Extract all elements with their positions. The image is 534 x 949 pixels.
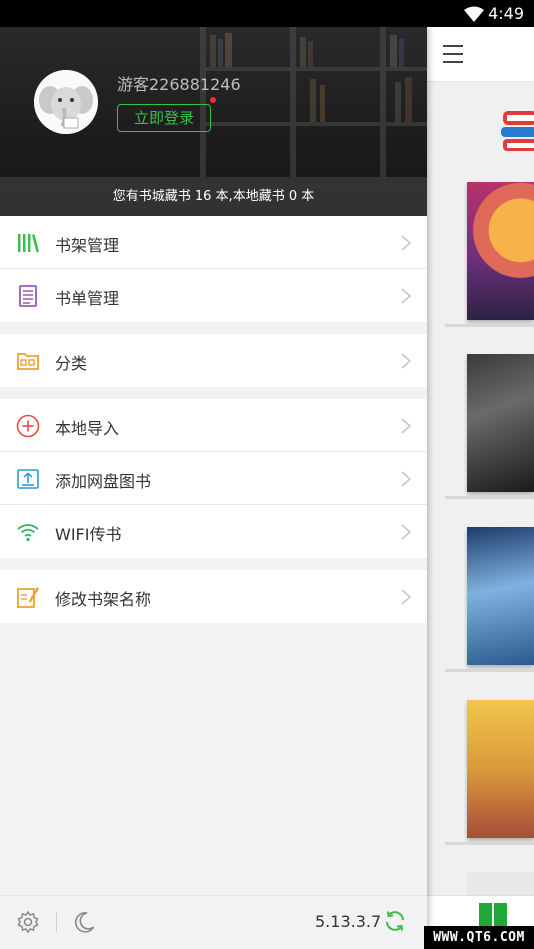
book-cover[interactable] (467, 872, 534, 895)
folder-icon (17, 353, 39, 370)
refresh-icon[interactable] (383, 909, 407, 933)
status-bar: 4:49 (0, 0, 534, 27)
wifi-icon (17, 524, 39, 542)
wifi-signal-icon (464, 6, 484, 22)
chevron-right-icon (401, 353, 411, 369)
side-drawer: 游客226881246 立即登录 您有书城藏书 16 本,本地藏书 0 本 书架… (0, 27, 427, 949)
menu-item-label: 添加网盘图书 (55, 472, 152, 491)
book-stack-icon (501, 111, 534, 151)
gear-icon[interactable] (16, 910, 40, 934)
menu-group-shelf: 书架管理 书单管理 (0, 216, 427, 322)
menu-item-label: 书单管理 (55, 289, 120, 308)
book-cover[interactable] (467, 527, 534, 665)
upload-icon (17, 469, 39, 489)
collection-summary: 您有书城藏书 16 本,本地藏书 0 本 (0, 177, 427, 216)
drawer-header: 游客226881246 立即登录 您有书城藏书 16 本,本地藏书 0 本 (0, 27, 427, 216)
shelf-divider (445, 496, 534, 499)
booklist-icon (19, 285, 37, 307)
chevron-right-icon (401, 589, 411, 605)
menu-item-rename-shelf[interactable]: 修改书架名称 (0, 570, 427, 623)
menu-item-label: 本地导入 (55, 419, 120, 438)
bookshelf-icon (18, 234, 39, 253)
menu-item-category[interactable]: 分类 (0, 334, 427, 387)
moon-icon[interactable] (72, 910, 96, 934)
plus-circle-icon (16, 414, 40, 438)
chevron-right-icon (401, 235, 411, 251)
avatar[interactable] (34, 70, 98, 134)
chevron-right-icon (401, 418, 411, 434)
book-cover[interactable] (467, 700, 534, 838)
notification-dot (210, 97, 216, 103)
username: 游客226881246 (117, 75, 241, 94)
menu-item-wifi-transfer[interactable]: WIFI传书 (0, 505, 427, 558)
edit-icon (17, 587, 39, 608)
footer-divider (56, 912, 57, 932)
menu-group-category: 分类 (0, 334, 427, 387)
menu-item-label: 书架管理 (55, 236, 120, 255)
bookshelf-page (427, 27, 534, 949)
chevron-right-icon (401, 471, 411, 487)
shelf-divider (445, 669, 534, 672)
menu-item-label: 分类 (55, 354, 88, 373)
book-cover[interactable] (467, 354, 534, 492)
menu-item-label: 修改书架名称 (55, 590, 152, 609)
bookshelf-toolbar (427, 27, 534, 82)
elephant-mascot-icon (34, 70, 98, 134)
watermark: WWW.QT6.COM (424, 926, 534, 949)
chevron-right-icon (401, 524, 411, 540)
menu-icon[interactable] (443, 45, 463, 63)
menu-item-booklist-manage[interactable]: 书单管理 (0, 269, 427, 322)
book-cover[interactable] (467, 182, 534, 320)
menu-item-local-import[interactable]: 本地导入 (0, 399, 427, 452)
chevron-right-icon (401, 288, 411, 304)
menu-item-bookshelf-manage[interactable]: 书架管理 (0, 216, 427, 269)
menu-group-import: 本地导入 添加网盘图书 WIFI传书 (0, 399, 427, 558)
menu-item-label: WIFI传书 (55, 525, 122, 544)
menu-group-rename: 修改书架名称 (0, 570, 427, 623)
version-label: 5.13.3.7 (315, 912, 382, 931)
shelf-divider (445, 842, 534, 845)
login-button[interactable]: 立即登录 (117, 104, 211, 132)
menu-item-cloud-books[interactable]: 添加网盘图书 (0, 452, 427, 505)
clock: 4:49 (488, 4, 524, 23)
drawer-footer: 5.13.3.7 (0, 895, 427, 949)
shelf-divider (445, 324, 534, 327)
bookshelf-background-image (200, 27, 427, 177)
